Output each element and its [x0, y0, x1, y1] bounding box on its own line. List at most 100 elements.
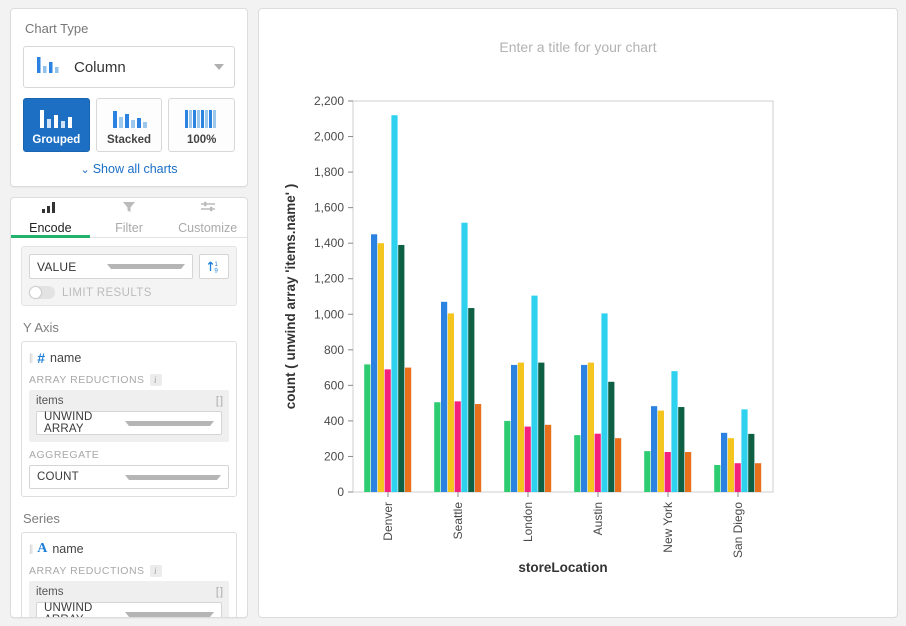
value-select[interactable]: VALUE	[29, 254, 193, 279]
bar[interactable]	[581, 365, 587, 492]
x-axis-tick-label: New York	[661, 501, 675, 553]
y-axis-reduction-value: UNWIND ARRAY	[44, 411, 125, 435]
bar[interactable]	[455, 401, 461, 492]
y-axis-array-reductions-text: ARRAY REDUCTIONS	[29, 374, 145, 386]
series-reduction-select[interactable]: UNWIND ARRAY	[36, 602, 222, 617]
bar[interactable]	[714, 465, 720, 492]
y-axis-tick-label: 400	[324, 414, 344, 428]
sliders-icon	[199, 200, 217, 219]
bar[interactable]	[615, 438, 621, 492]
column-chart-icon	[36, 55, 62, 80]
info-icon[interactable]: i	[150, 374, 162, 386]
bar[interactable]	[468, 308, 474, 492]
y-axis-reduction-field: items	[36, 395, 216, 407]
chart-type-value: Column	[74, 59, 214, 76]
encode-panel-body: VALUE 1 9 LIMIT RESU	[11, 238, 247, 617]
bar[interactable]	[601, 313, 607, 492]
bar[interactable]	[531, 296, 537, 492]
bar[interactable]	[448, 313, 454, 492]
bar[interactable]	[685, 452, 691, 492]
bar[interactable]	[651, 406, 657, 492]
y-axis-reduction-select[interactable]: UNWIND ARRAY	[36, 411, 222, 435]
bar[interactable]	[518, 363, 524, 492]
tab-filter[interactable]: Filter	[90, 198, 169, 237]
chart-type-card: Chart Type Column	[10, 8, 248, 187]
bar[interactable]	[678, 407, 684, 492]
show-all-charts-link[interactable]: ⌄Show all charts	[23, 162, 235, 176]
bar[interactable]	[525, 427, 531, 492]
y-axis-field-head[interactable]: || # name	[29, 348, 229, 372]
bar[interactable]	[748, 434, 754, 492]
x-axis-tick-label: Seattle	[451, 502, 465, 540]
y-axis-tick-label: 2,000	[314, 130, 344, 144]
number-hash-icon: #	[37, 350, 45, 366]
bar[interactable]	[588, 363, 594, 492]
bar-chart-icon	[41, 200, 59, 219]
value-row: VALUE 1 9	[29, 254, 229, 279]
chart-panel: Enter a title for your chart 02004006008…	[258, 8, 898, 618]
series-field-head[interactable]: || A name	[29, 539, 229, 563]
bar[interactable]	[755, 463, 761, 492]
bar[interactable]	[671, 371, 677, 492]
funnel-icon	[121, 200, 137, 219]
sort-button[interactable]: 1 9	[199, 254, 229, 279]
bar[interactable]	[721, 433, 727, 492]
bar[interactable]	[364, 364, 370, 492]
bar[interactable]	[608, 382, 614, 492]
series-reduction-field: items	[36, 586, 216, 598]
left-sidebar: Chart Type Column	[10, 8, 248, 618]
variant-stacked-label: Stacked	[107, 134, 151, 146]
tab-customize[interactable]: Customize	[168, 198, 247, 237]
x-axis-tick-label: London	[521, 502, 535, 542]
chevron-down-icon	[125, 475, 221, 480]
bar[interactable]	[434, 402, 440, 492]
bar[interactable]	[538, 363, 544, 492]
variant-grouped-button[interactable]: Grouped	[23, 98, 90, 152]
chevron-down-small-icon: ⌄	[81, 164, 90, 176]
y-axis-array-reductions-label: ARRAY REDUCTIONS i	[29, 374, 229, 386]
chevron-down-icon	[214, 64, 224, 70]
drag-handle-icon[interactable]: ||	[29, 353, 32, 364]
bar[interactable]	[728, 438, 734, 492]
tab-encode[interactable]: Encode	[11, 198, 90, 237]
bar[interactable]	[441, 302, 447, 492]
bar[interactable]	[405, 368, 411, 492]
limit-results-row: LIMIT RESULTS	[29, 286, 229, 299]
info-icon[interactable]: i	[150, 565, 162, 577]
y-axis-aggregate-select[interactable]: COUNT	[29, 465, 229, 489]
bar[interactable]	[735, 463, 741, 492]
drag-handle-icon[interactable]: ||	[29, 544, 32, 555]
variant-100-label: 100%	[187, 134, 216, 146]
chevron-down-icon	[125, 421, 214, 426]
chevron-down-icon	[125, 612, 214, 617]
svg-text:9: 9	[214, 268, 218, 275]
chart-type-select[interactable]: Column	[23, 46, 235, 88]
limit-results-toggle[interactable]	[29, 286, 55, 299]
series-reduction-value: UNWIND ARRAY	[44, 602, 125, 617]
bar[interactable]	[511, 365, 517, 492]
series-field-name: name	[52, 542, 83, 556]
y-axis-reduction-box: items [ ] UNWIND ARRAY	[29, 390, 229, 442]
series-field-card: || A name ARRAY REDUCTIONS i items [ ]	[21, 532, 237, 617]
bar[interactable]	[595, 434, 601, 492]
bar[interactable]	[574, 435, 580, 492]
bar[interactable]	[644, 451, 650, 492]
bar[interactable]	[398, 245, 404, 492]
series-array-reductions-label: ARRAY REDUCTIONS i	[29, 565, 229, 577]
variant-grouped-label: Grouped	[32, 134, 80, 146]
bar[interactable]	[741, 409, 747, 492]
bar[interactable]	[504, 421, 510, 492]
bar[interactable]	[385, 369, 391, 492]
bar[interactable]	[475, 404, 481, 492]
bar[interactable]	[461, 223, 467, 492]
bar[interactable]	[658, 411, 664, 492]
bar[interactable]	[391, 115, 397, 492]
variant-stacked-button[interactable]: Stacked	[96, 98, 163, 152]
bar[interactable]	[378, 243, 384, 492]
bar[interactable]	[371, 234, 377, 492]
bar[interactable]	[545, 425, 551, 492]
bar[interactable]	[665, 452, 671, 492]
value-block: VALUE 1 9 LIMIT RESU	[21, 246, 237, 306]
x-axis-tick-label: Denver	[381, 502, 395, 541]
variant-100-button[interactable]: 100%	[168, 98, 235, 152]
